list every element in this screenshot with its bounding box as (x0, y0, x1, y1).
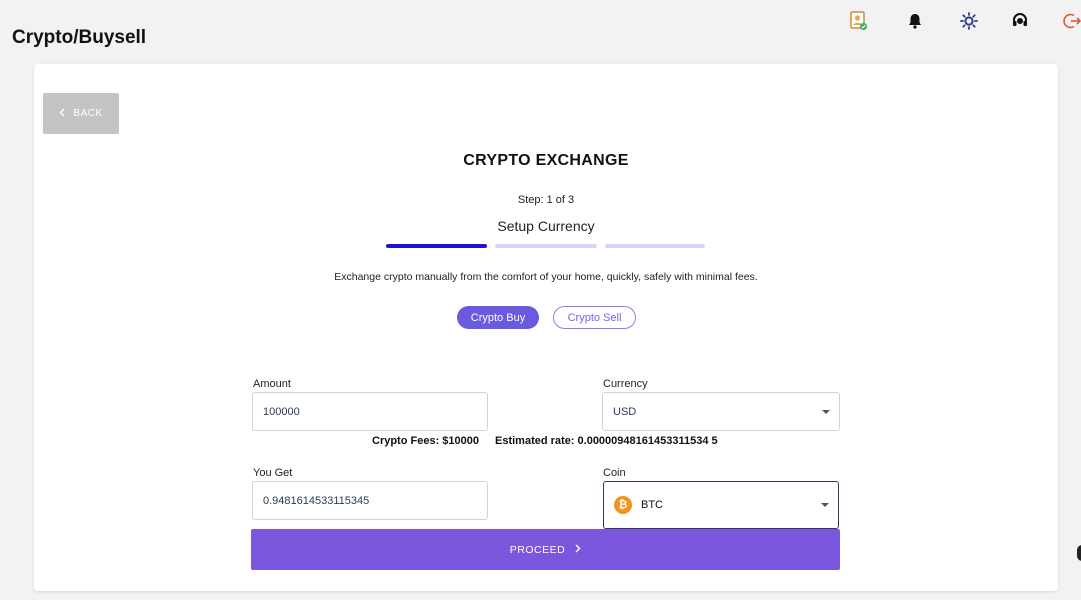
back-button[interactable]: BACK (43, 93, 119, 134)
estimated-rate: Estimated rate: 0.00000948161453311534 5 (495, 435, 718, 447)
bell-icon[interactable] (904, 10, 926, 32)
brightness-icon[interactable] (958, 10, 980, 32)
support-icon[interactable] (1009, 10, 1031, 32)
currency-label: Currency (603, 378, 648, 390)
page-title: Crypto/Buysell (12, 27, 147, 48)
currency-value: USD (613, 405, 637, 418)
logout-icon[interactable] (1061, 10, 1081, 32)
crypto-fees: Crypto Fees: $10000 (372, 435, 479, 447)
bitcoin-icon: ₿ (614, 496, 632, 514)
exchange-description: Exchange crypto manually from the comfor… (334, 271, 758, 283)
you-get-value: 0.9481614533115345 (263, 494, 370, 507)
coin-value: BTC (641, 499, 663, 511)
proceed-button[interactable]: PROCEED (251, 529, 840, 570)
amount-value: 100000 (263, 405, 300, 418)
chevron-right-icon (575, 544, 581, 556)
back-label: BACK (73, 108, 103, 119)
profile-icon[interactable] (848, 10, 870, 32)
floating-widget-edge[interactable] (1077, 545, 1081, 561)
amount-input[interactable]: 100000 (252, 392, 488, 431)
you-get-input[interactable]: 0.9481614533115345 (252, 481, 488, 520)
you-get-label: You Get (253, 467, 293, 479)
currency-select[interactable]: USD (602, 392, 840, 431)
progress-segment-3 (605, 244, 705, 248)
tab-crypto-buy[interactable]: Crypto Buy (457, 306, 539, 329)
proceed-label: PROCEED (509, 543, 566, 556)
tab-crypto-sell[interactable]: Crypto Sell (553, 306, 636, 329)
chevron-down-icon (822, 409, 830, 414)
progress-segment-1 (386, 244, 487, 248)
exchange-heading: CRYPTO EXCHANGE (463, 152, 629, 169)
step-indicator: Step: 1 of 3 (517, 194, 575, 206)
coin-select[interactable]: ₿ BTC (603, 481, 839, 529)
chevron-down-icon (821, 503, 829, 507)
step-name: Setup Currency (497, 218, 595, 234)
exchange-card: BACK CRYPTO EXCHANGE Step: 1 of 3 Setup … (34, 64, 1058, 591)
coin-label: Coin (603, 467, 626, 479)
amount-label: Amount (253, 378, 291, 390)
progress-segment-2 (495, 244, 597, 248)
chevron-left-icon (59, 108, 65, 120)
